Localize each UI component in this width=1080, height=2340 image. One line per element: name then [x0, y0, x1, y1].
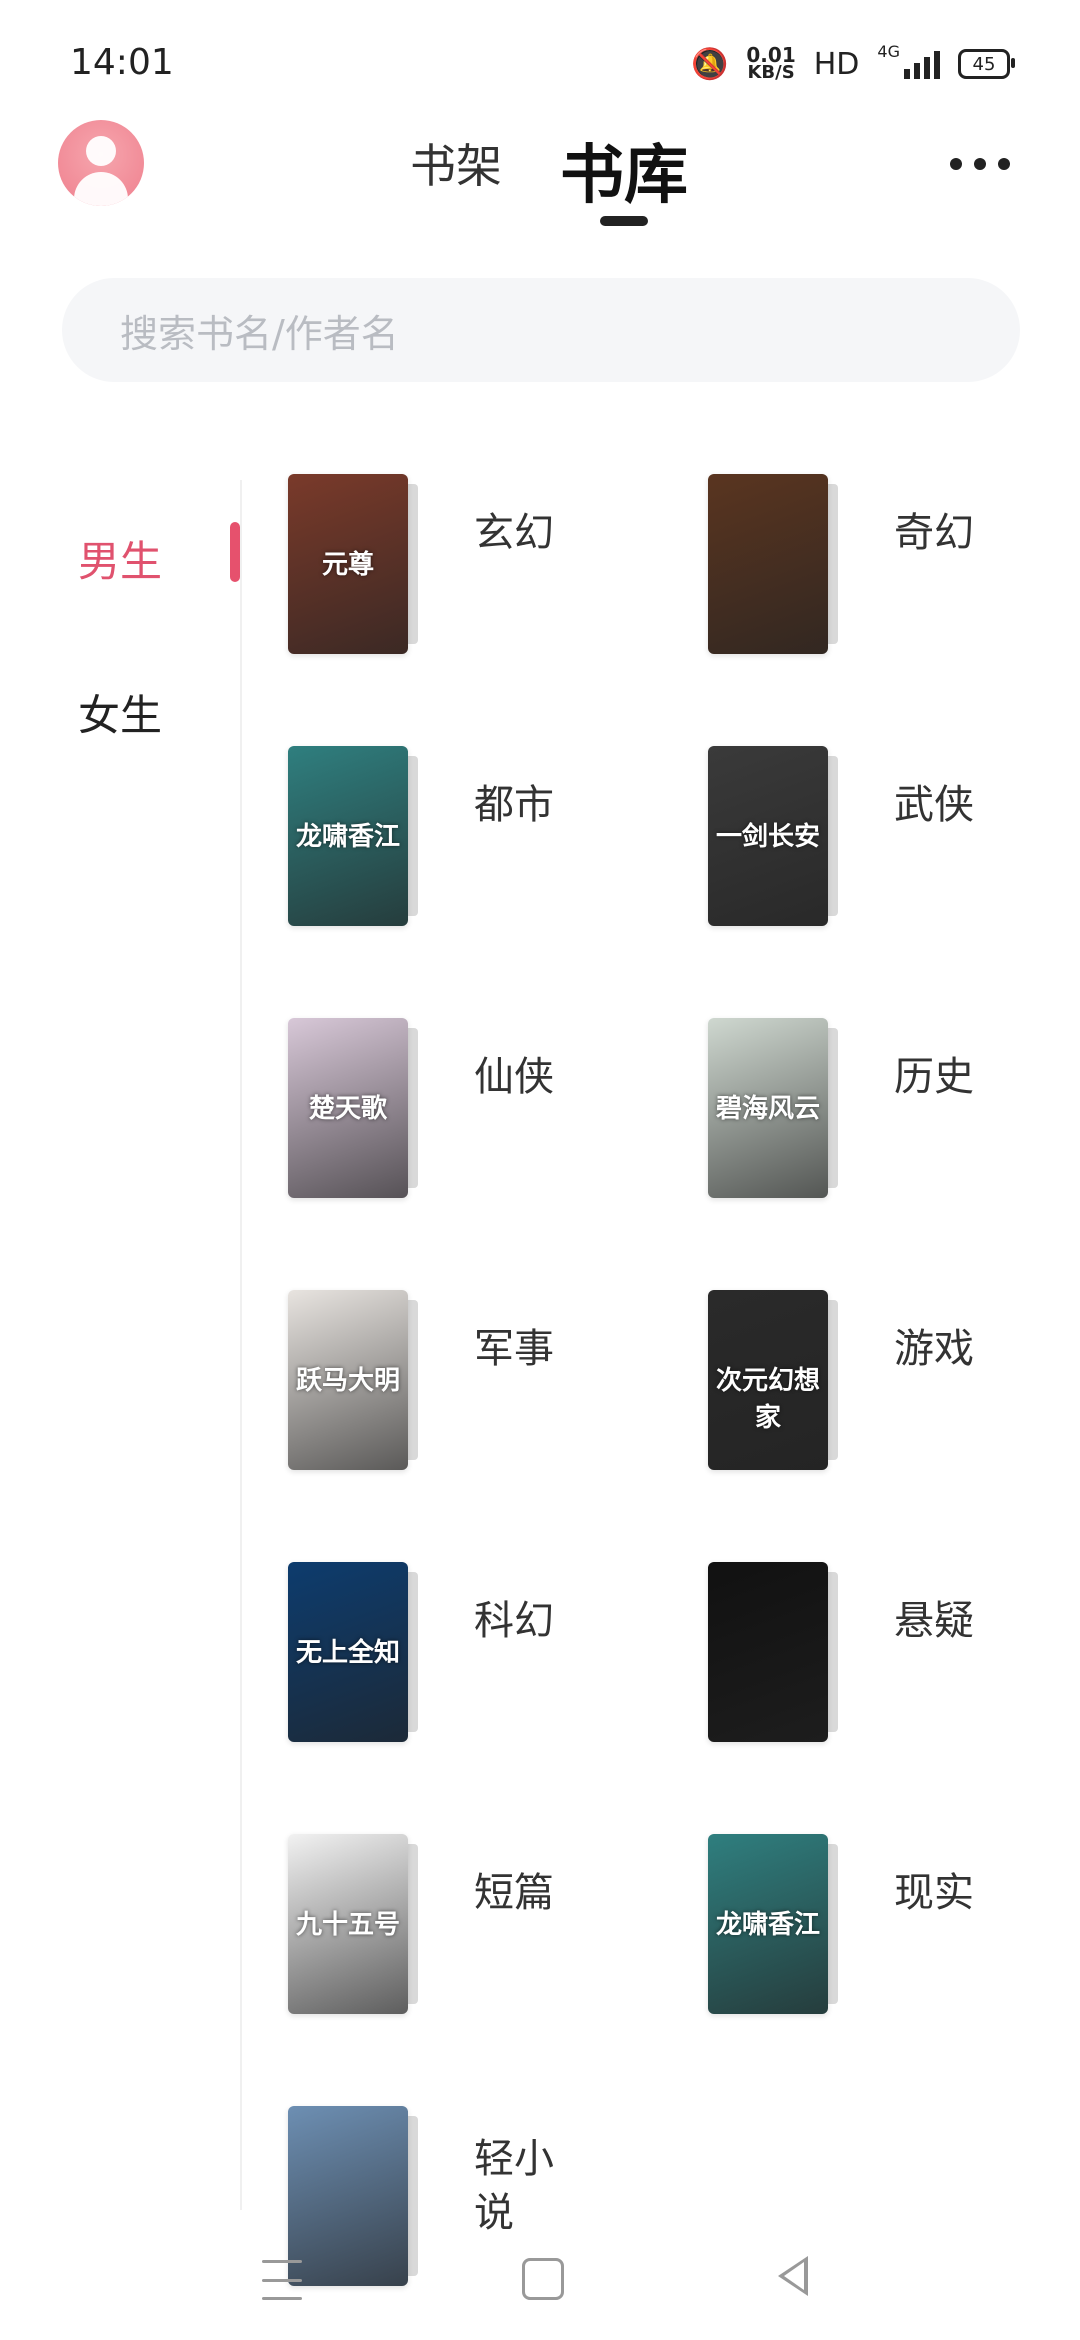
book-cover-stack: 楚天歌 — [288, 1018, 428, 1198]
avatar-head-icon — [86, 136, 116, 166]
net-speed: 0.01 KB/S — [746, 45, 795, 83]
book-cover — [708, 1562, 828, 1742]
category-item[interactable]: 元尊 玄幻 — [284, 472, 664, 672]
cover-title: 碧海风云 — [715, 1094, 820, 1124]
gender-tabs: 男生 女生 — [0, 460, 240, 2210]
book-cover: 龙啸香江 — [708, 1834, 828, 2014]
book-cover: 碧海风云 — [708, 1018, 828, 1198]
category-item[interactable]: 龙啸香江 都市 — [284, 744, 664, 944]
book-cover: 九十五号 — [288, 1834, 408, 2014]
category-label: 现实 — [894, 1870, 974, 1916]
search-input[interactable]: 搜索书名/作者名 — [62, 278, 1020, 382]
book-cover-stack: 跃马大明 — [288, 1290, 428, 1470]
category-item[interactable]: 无上全知 科幻 — [284, 1560, 664, 1760]
cover-title: 元尊 — [321, 550, 374, 580]
network-type: 4G — [877, 42, 900, 61]
category-item[interactable]: 悬疑 — [704, 1560, 1080, 1760]
book-cover-stack: 龙啸香江 — [288, 746, 428, 926]
avatar-body-icon — [74, 172, 128, 206]
cover-title: 龙啸香江 — [715, 1910, 820, 1940]
cover-title: 一剑长安 — [715, 822, 820, 852]
category-label: 仙侠 — [474, 1054, 554, 1100]
tab-library[interactable]: 书库 — [560, 124, 688, 216]
cover-title: 次元幻想家 — [715, 1366, 820, 1433]
home-icon[interactable] — [522, 2258, 564, 2300]
book-cover — [708, 474, 828, 654]
book-cover: 楚天歌 — [288, 1018, 408, 1198]
category-item[interactable]: 跃马大明 军事 — [284, 1288, 664, 1488]
tab-bookshelf[interactable]: 书架 — [410, 130, 502, 196]
category-label: 玄幻 — [474, 510, 554, 556]
category-item[interactable]: 一剑长安 武侠 — [704, 744, 1080, 944]
category-label: 历史 — [894, 1054, 974, 1100]
more-dots-icon[interactable] — [950, 158, 1010, 170]
category-item[interactable]: 楚天歌 仙侠 — [284, 1016, 664, 1216]
battery-icon: 45 — [958, 49, 1015, 79]
category-item[interactable]: 九十五号 短篇 — [284, 1832, 664, 2032]
category-label: 奇幻 — [894, 510, 974, 556]
avatar[interactable] — [58, 120, 144, 206]
book-cover-stack: 九十五号 — [288, 1834, 428, 2014]
cover-title: 无上全知 — [295, 1638, 400, 1668]
book-cover-stack: 无上全知 — [288, 1562, 428, 1742]
cover-title: 楚天歌 — [308, 1094, 387, 1124]
tab-male[interactable]: 男生 — [78, 528, 162, 589]
category-item[interactable]: 次元幻想家 游戏 — [704, 1288, 1080, 1488]
book-cover-stack — [708, 1562, 848, 1742]
side-tab-indicator — [230, 522, 240, 582]
back-icon-inner — [784, 2262, 804, 2290]
book-cover-stack: 次元幻想家 — [708, 1290, 848, 1470]
menu-icon[interactable] — [262, 2260, 302, 2300]
cover-title: 跃马大明 — [295, 1366, 400, 1396]
category-label: 轻小说 — [474, 2136, 554, 2236]
header: 书架 书库 — [0, 110, 1080, 240]
battery-level: 45 — [972, 53, 996, 75]
category-label: 短篇 — [474, 1870, 554, 1916]
book-cover: 龙啸香江 — [288, 746, 408, 926]
category-item[interactable]: 奇幻 — [704, 472, 1080, 672]
active-tab-indicator — [600, 216, 648, 226]
book-cover: 一剑长安 — [708, 746, 828, 926]
category-label: 科幻 — [474, 1598, 554, 1644]
book-cover-stack: 碧海风云 — [708, 1018, 848, 1198]
category-label: 悬疑 — [894, 1598, 974, 1644]
side-divider — [240, 480, 242, 2210]
category-label: 武侠 — [894, 782, 974, 828]
cover-title: 九十五号 — [295, 1910, 400, 1940]
book-cover-stack: 一剑长安 — [708, 746, 848, 926]
net-speed-unit: KB/S — [747, 62, 795, 83]
tab-female[interactable]: 女生 — [78, 682, 162, 743]
category-label: 游戏 — [894, 1326, 974, 1372]
mute-bell-icon: 🔕 — [691, 46, 729, 82]
status-bar: 14:01 🔕 0.01 KB/S HD 4G 45 — [0, 0, 1080, 120]
book-cover: 无上全知 — [288, 1562, 408, 1742]
signal-icon — [904, 49, 940, 79]
category-item[interactable]: 龙啸香江 现实 — [704, 1832, 1080, 2032]
book-cover: 次元幻想家 — [708, 1290, 828, 1470]
category-label: 军事 — [474, 1326, 554, 1372]
book-cover: 跃马大明 — [288, 1290, 408, 1470]
status-icons: 🔕 0.01 KB/S HD 4G 45 — [691, 42, 1015, 86]
category-label: 都市 — [474, 782, 554, 828]
book-cover-stack: 元尊 — [288, 474, 428, 654]
cover-title: 龙啸香江 — [295, 822, 400, 852]
book-cover-stack: 龙啸香江 — [708, 1834, 848, 2014]
system-nav-bar — [0, 2230, 1080, 2340]
category-item[interactable]: 碧海风云 历史 — [704, 1016, 1080, 1216]
status-time: 14:01 — [70, 42, 174, 83]
search-placeholder: 搜索书名/作者名 — [120, 311, 399, 356]
hd-indicator: HD — [813, 46, 860, 82]
book-cover-stack — [708, 474, 848, 654]
book-cover: 元尊 — [288, 474, 408, 654]
